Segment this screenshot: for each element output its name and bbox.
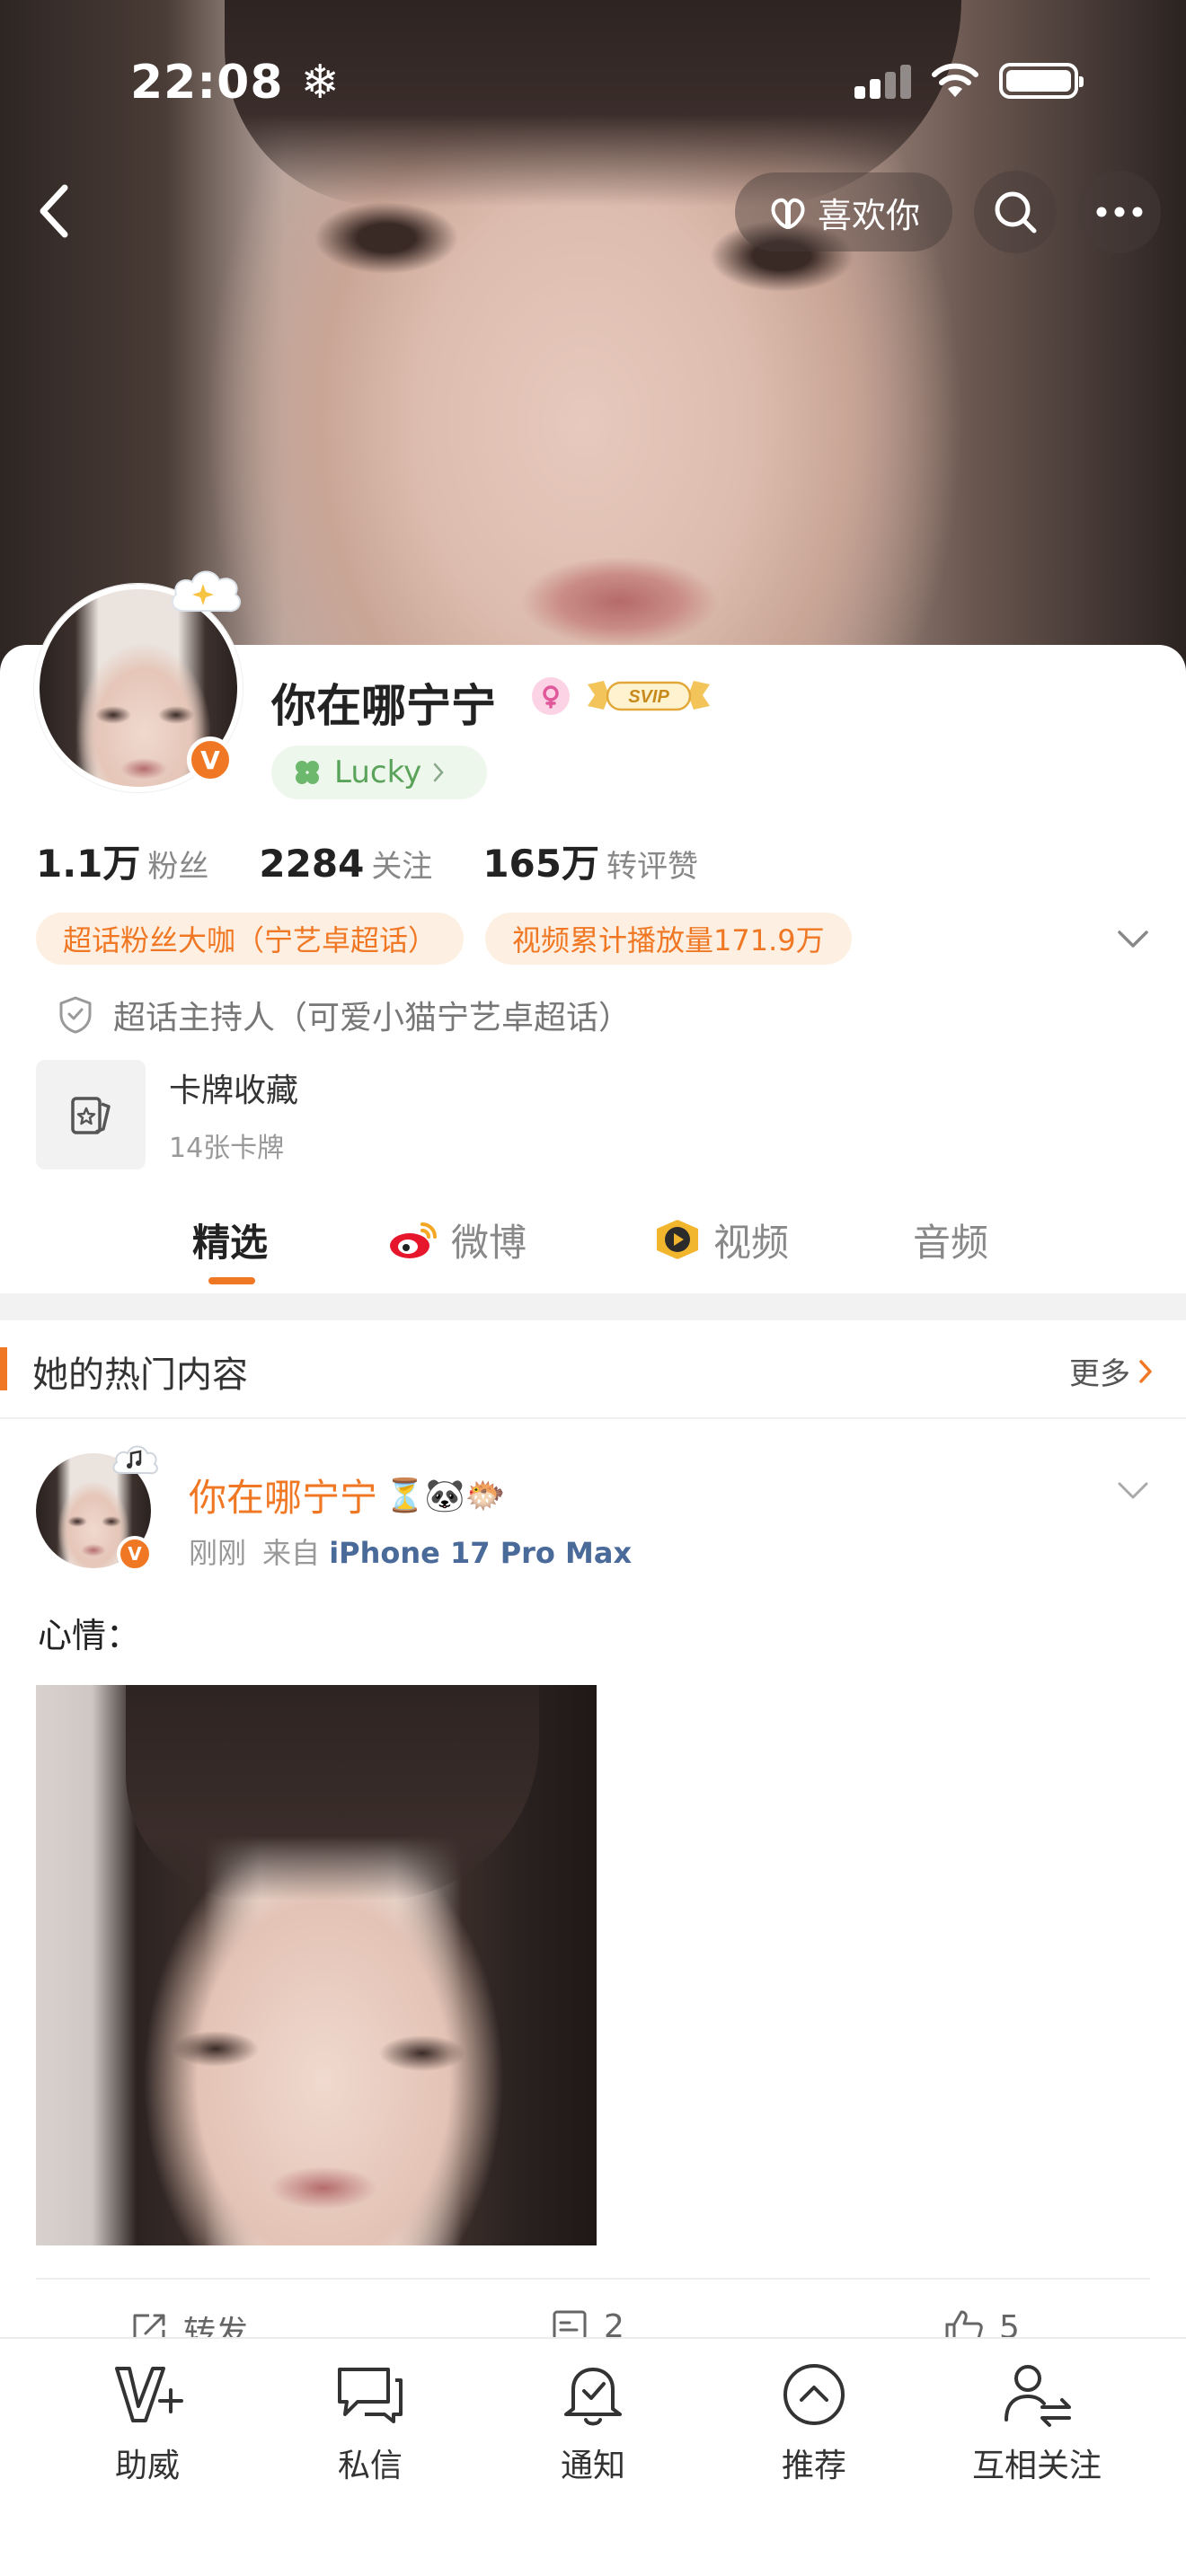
tab-audio[interactable]: 音频 xyxy=(913,1195,988,1284)
message-icon xyxy=(334,2359,406,2430)
video-plays-tag[interactable]: 视频累计播放量171.9万 xyxy=(485,913,852,965)
status-icons xyxy=(854,63,1084,99)
more-label: 更多 xyxy=(1069,1356,1130,1392)
battery-icon xyxy=(999,63,1084,99)
interactions-count: 165万 xyxy=(482,842,599,886)
mutual-follow-button[interactable]: 互相关注 xyxy=(947,2359,1127,2486)
section-separator xyxy=(0,1293,1186,1320)
post-author-avatar-container[interactable]: V xyxy=(36,1445,158,1572)
cellular-signal-icon xyxy=(854,63,911,99)
followers-label: 粉丝 xyxy=(147,849,209,885)
notify-label: 通知 xyxy=(560,2448,625,2484)
like-you-button[interactable]: 喜欢你 xyxy=(735,172,952,251)
post-author-name: 你在哪宁宁 xyxy=(189,1476,378,1520)
like-you-label: 喜欢你 xyxy=(817,195,920,235)
message-label: 私信 xyxy=(337,2448,403,2484)
video-icon xyxy=(657,1220,698,1259)
followers-stat[interactable]: 1.1万 粉丝 xyxy=(36,834,208,888)
tab-video[interactable]: 视频 xyxy=(652,1195,789,1284)
post-source-prefix: 来自 xyxy=(262,1536,321,1570)
tab-weibo-label: 微博 xyxy=(451,1220,527,1265)
bottom-action-bar: 助威 私信 通知 推荐 互相关注 xyxy=(0,2337,1186,2576)
more-options-button[interactable] xyxy=(1078,171,1161,253)
following-count: 2284 xyxy=(259,842,365,886)
cheer-button[interactable]: 助威 xyxy=(58,2359,237,2486)
profile-tabs: 精选 微博 视频 音频 xyxy=(0,1195,1186,1293)
post-verified-badge: V xyxy=(117,1536,153,1572)
following-stat[interactable]: 2284 关注 xyxy=(259,842,432,886)
post-author-line[interactable]: 你在哪宁宁 ⏳🐼🐡 xyxy=(189,1468,506,1522)
post-image[interactable] xyxy=(36,1685,597,2245)
following-label: 关注 xyxy=(371,849,433,885)
interactions-label: 转评赞 xyxy=(606,849,698,885)
interactions-stat[interactable]: 165万 转评赞 xyxy=(482,834,698,888)
chevron-right-icon xyxy=(433,763,444,782)
tab-featured[interactable]: 精选 xyxy=(192,1195,268,1284)
status-time: 22:08 ❄ xyxy=(130,56,341,110)
section-accent-bar xyxy=(0,1347,7,1390)
heart-hands-icon xyxy=(771,198,805,229)
lucky-label: Lucky xyxy=(334,754,422,790)
profile-username: 你在哪宁宁 xyxy=(271,680,496,732)
cheer-label: 助威 xyxy=(114,2448,180,2484)
supertopic-fan-tag[interactable]: 超话粉丝大咖（宁艺卓超话） xyxy=(36,913,465,965)
weibo-icon xyxy=(390,1222,437,1258)
post-actions-divider xyxy=(36,2278,1150,2280)
female-gender-icon xyxy=(532,677,570,715)
chevron-left-icon xyxy=(40,184,68,238)
more-dots-icon xyxy=(1096,207,1143,217)
music-cloud-decoration-icon xyxy=(112,1445,158,1475)
search-button[interactable] xyxy=(974,171,1057,253)
shield-icon xyxy=(59,996,92,1034)
mutual-follow-icon xyxy=(1001,2359,1073,2430)
recommend-button[interactable]: 推荐 xyxy=(724,2359,904,2486)
tab-video-label: 视频 xyxy=(713,1220,790,1265)
post-meta: 刚刚 来自 iPhone 17 Pro Max xyxy=(189,1531,632,1572)
card-collection-icon xyxy=(36,1060,146,1169)
search-icon xyxy=(995,191,1037,234)
host-info-label: 超话主持人（可爱小猫宁艺卓超话） xyxy=(113,1000,632,1037)
post-device-link[interactable]: iPhone 17 Pro Max xyxy=(329,1536,632,1570)
chevron-right-icon xyxy=(1139,1359,1152,1383)
back-button[interactable] xyxy=(27,180,81,243)
tab-audio-label: 音频 xyxy=(913,1220,989,1265)
post-text: 心情： xyxy=(38,1616,141,1655)
post-time: 刚刚 xyxy=(189,1536,247,1570)
post-author-emojis: ⏳🐼🐡 xyxy=(385,1477,506,1514)
clover-icon xyxy=(296,761,319,784)
avatar-cloud-decoration-icon xyxy=(171,570,242,613)
lucky-badge[interactable]: Lucky xyxy=(271,745,487,799)
tab-weibo[interactable]: 微博 xyxy=(388,1195,527,1284)
hot-content-title: 她的热门内容 xyxy=(32,1354,248,1396)
notify-button[interactable]: 通知 xyxy=(503,2359,683,2486)
tab-featured-label: 精选 xyxy=(192,1220,269,1265)
supertopic-host-info[interactable]: 超话主持人（可爱小猫宁艺卓超话） xyxy=(58,992,631,1038)
followers-count: 1.1万 xyxy=(36,842,141,886)
chevron-down-icon[interactable] xyxy=(1112,922,1154,957)
profile-avatar-container[interactable]: V xyxy=(34,570,243,792)
bell-icon xyxy=(557,2359,629,2430)
card-collection-title: 卡牌收藏 xyxy=(169,1072,299,1109)
v-plus-icon xyxy=(111,2359,183,2430)
more-link[interactable]: 更多 xyxy=(1069,1349,1154,1393)
svip-label: SVIP xyxy=(628,687,669,707)
active-tab-indicator xyxy=(208,1277,255,1284)
card-collection[interactable]: 卡牌收藏 14张卡牌 xyxy=(36,1060,298,1169)
profile-tags: 超话粉丝大咖（宁艺卓超话） 视频累计播放量171.9万 xyxy=(36,913,852,965)
verified-badge: V xyxy=(187,737,234,783)
mutual-follow-label: 互相关注 xyxy=(971,2448,1102,2484)
post-menu-chevron-icon[interactable] xyxy=(1112,1473,1154,1509)
profile-stats: 1.1万 粉丝 2284 关注 165万 转评赞 xyxy=(36,834,748,888)
wifi-icon xyxy=(932,63,978,97)
recommend-label: 推荐 xyxy=(781,2448,846,2484)
message-button[interactable]: 私信 xyxy=(280,2359,460,2486)
card-collection-count: 14张卡牌 xyxy=(169,1133,285,1164)
svip-badge[interactable]: SVIP xyxy=(582,672,715,719)
recommend-icon xyxy=(778,2359,850,2430)
hot-content-header: 她的热门内容 更多 xyxy=(0,1320,1186,1419)
